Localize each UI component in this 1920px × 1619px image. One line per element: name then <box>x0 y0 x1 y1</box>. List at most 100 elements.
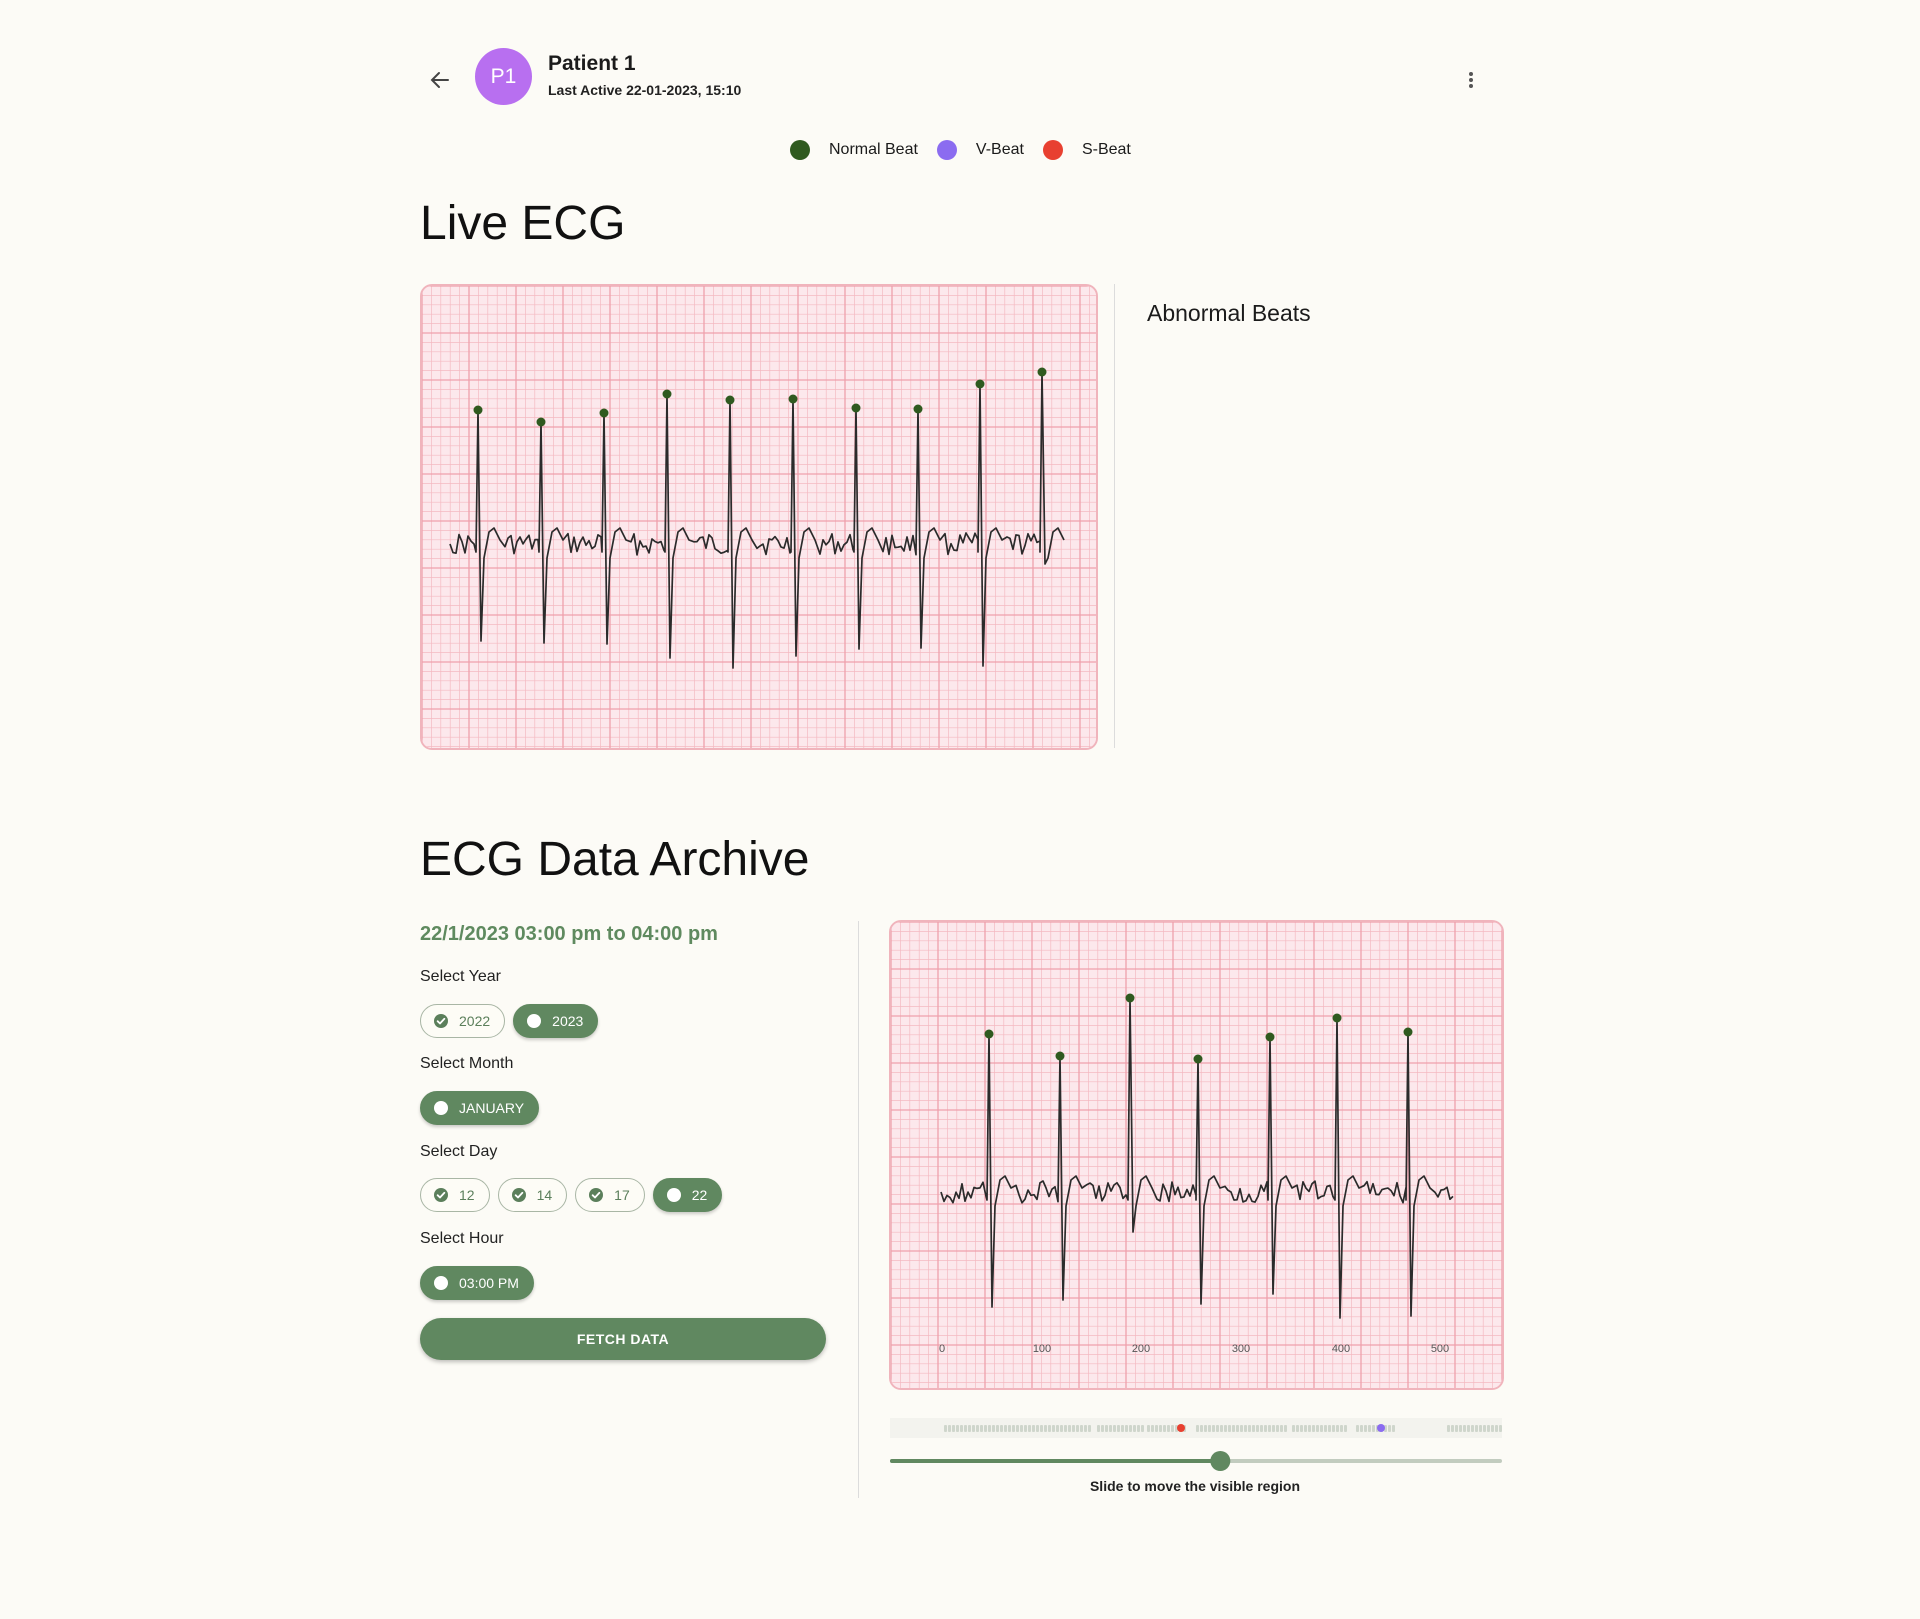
overview-segment <box>1008 1425 1011 1432</box>
day-chip-14[interactable]: 14 <box>497 1178 568 1212</box>
overview-segment <box>1151 1425 1154 1432</box>
overview-segment <box>1024 1425 1027 1432</box>
overview-segment <box>1028 1425 1031 1432</box>
overview-segment <box>956 1425 959 1432</box>
slider-thumb[interactable] <box>1210 1451 1231 1471</box>
archive-range-text: 22/1/2023 03:00 pm to 04:00 pm <box>420 923 718 945</box>
check-circle-icon <box>434 1101 448 1115</box>
v-beat-marker <box>1377 1424 1385 1432</box>
overview-segment <box>1040 1425 1043 1432</box>
year-chip-2022[interactable]: 2022 <box>420 1004 506 1038</box>
overview-segment <box>1368 1425 1371 1432</box>
overview-segment <box>1012 1425 1015 1432</box>
more-menu-button[interactable] <box>1456 60 1486 100</box>
live-normal-beat-marker <box>662 389 672 399</box>
legend-label-s-beat: S-Beat <box>1081 141 1131 158</box>
hour-chip-03-00-pm[interactable]: 03:00 PM <box>420 1266 534 1300</box>
overview-segment <box>1020 1425 1023 1432</box>
live-ecg-panel <box>420 284 1098 750</box>
overview-segment <box>1224 1425 1227 1432</box>
overview-segment <box>1451 1425 1454 1432</box>
overview-segment <box>1121 1425 1124 1432</box>
overview-segment <box>1220 1425 1223 1432</box>
overview-segment <box>1141 1425 1144 1432</box>
overview-segment <box>1097 1425 1100 1432</box>
overview-segment <box>1196 1425 1199 1432</box>
month-chip-january[interactable]: JANUARY <box>420 1091 540 1125</box>
year-chip-label: 2022 <box>459 1013 491 1029</box>
day-chips: 12 14 17 22 <box>420 1178 723 1212</box>
overview-segment <box>1109 1425 1112 1432</box>
hour-chips: 03:00 PM <box>420 1266 534 1300</box>
month-chip-label: JANUARY <box>459 1100 525 1116</box>
archive-divider <box>858 921 859 1498</box>
overview-segment <box>988 1425 991 1432</box>
overview-segment <box>1491 1425 1494 1432</box>
overview-segment <box>972 1425 975 1432</box>
overview-segment <box>1332 1425 1335 1432</box>
year-chip-label: 2023 <box>552 1013 584 1029</box>
overview-segment <box>1479 1425 1482 1432</box>
overview-segment <box>1499 1425 1502 1432</box>
overview-segment <box>952 1425 955 1432</box>
overview-segment <box>1088 1425 1091 1432</box>
overview-segment <box>1336 1425 1339 1432</box>
fetch-data-button[interactable]: FETCH DATA <box>420 1318 826 1360</box>
overview-segment <box>1292 1425 1295 1432</box>
live-ecg-chart <box>422 286 1096 748</box>
back-button[interactable] <box>420 60 460 100</box>
live-normal-beat-marker <box>473 405 483 415</box>
avatar: P1 <box>475 48 532 105</box>
day-chip-12[interactable]: 12 <box>420 1178 490 1212</box>
overview-segment <box>1204 1425 1207 1432</box>
live-normal-beat-marker <box>913 404 923 414</box>
abnormal-beats-title: Abnormal Beats <box>1147 300 1311 326</box>
overview-segment <box>984 1425 987 1432</box>
overview-segment <box>1328 1425 1331 1432</box>
overview-segment <box>1256 1425 1259 1432</box>
overview-segment <box>1252 1425 1255 1432</box>
overview-segment <box>1155 1425 1158 1432</box>
overview-segment <box>1000 1425 1003 1432</box>
overview-segment <box>1483 1425 1486 1432</box>
overview-segment <box>1447 1425 1450 1432</box>
legend-label-v-beat: V-Beat <box>975 141 1024 158</box>
month-chips: JANUARY <box>420 1091 540 1125</box>
overview-segment <box>1101 1425 1104 1432</box>
more-vert-icon <box>1469 72 1473 88</box>
overview-segment <box>1308 1425 1311 1432</box>
overview-segment <box>1032 1425 1035 1432</box>
day-chip-label: 17 <box>614 1187 630 1203</box>
overview-segment <box>1300 1425 1303 1432</box>
overview-segment <box>1463 1425 1466 1432</box>
archive-normal-beat-marker <box>1055 1051 1065 1061</box>
overview-segment <box>1200 1425 1203 1432</box>
overview-segment <box>1372 1425 1375 1432</box>
legend-label-normal: Normal Beat <box>829 141 918 158</box>
overview-segment <box>1392 1425 1395 1432</box>
overview-segment <box>992 1425 995 1432</box>
year-chip-2023[interactable]: 2023 <box>513 1004 599 1038</box>
overview-segment <box>1171 1425 1174 1432</box>
overview-segment <box>1129 1425 1132 1432</box>
legend-dot-v-beat <box>936 140 957 160</box>
overview-segment <box>980 1425 983 1432</box>
day-chip-17[interactable]: 17 <box>575 1178 645 1212</box>
overview-segment <box>1232 1425 1235 1432</box>
overview-segment <box>1296 1425 1299 1432</box>
arrow-left-icon <box>430 72 449 88</box>
select-hour-label: Select Hour <box>420 1230 504 1247</box>
select-day-label: Select Day <box>420 1143 498 1160</box>
overview-segment <box>1072 1425 1075 1432</box>
overview-segment <box>1455 1425 1458 1432</box>
overview-segment <box>1240 1425 1243 1432</box>
check-circle-icon <box>434 1188 448 1202</box>
live-normal-beat-marker <box>1037 367 1047 377</box>
live-normal-beat-marker <box>536 417 546 427</box>
last-active-text: Last Active 22-01-2023, 15:10 <box>548 82 742 98</box>
overview-segment <box>1236 1425 1239 1432</box>
day-chip-22[interactable]: 22 <box>652 1178 723 1212</box>
legend-dot-s-beat <box>1042 140 1063 160</box>
archive-overview-slider[interactable] <box>890 1418 1502 1472</box>
overview-segment <box>1208 1425 1211 1432</box>
